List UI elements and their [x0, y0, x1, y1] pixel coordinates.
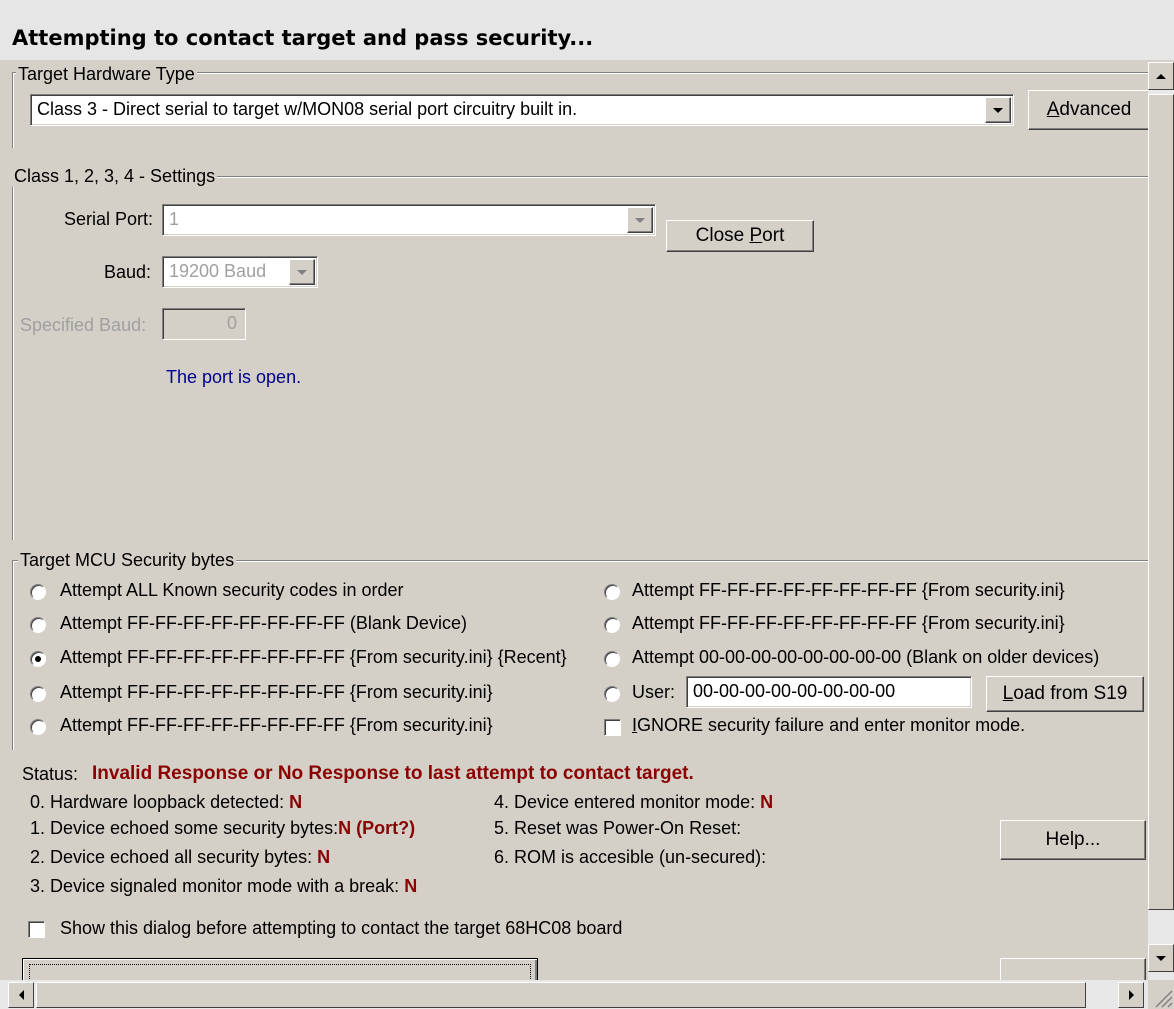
- status-item-value: N: [289, 792, 303, 812]
- ignore-label-text: GNORE security failure and enter monitor…: [637, 715, 1026, 735]
- chevron-down-icon[interactable]: [985, 97, 1011, 123]
- option-label: Attempt FF-FF-FF-FF-FF-FF-FF-FF {From se…: [632, 580, 1065, 600]
- status-item-label: 4. Device entered monitor mode:: [494, 792, 756, 812]
- user-security-value: 00-00-00-00-00-00-00-00: [693, 681, 896, 701]
- arrow-down-icon: [1156, 955, 1166, 961]
- close-port-label-pre: Close: [695, 225, 750, 246]
- port-status-text: The port is open.: [166, 367, 302, 387]
- option-label: Attempt FF-FF-FF-FF-FF-FF-FF-FF {From se…: [60, 647, 567, 667]
- status-item-label: 5. Reset was Power-On Reset:: [494, 818, 742, 838]
- option-label: Attempt FF-FF-FF-FF-FF-FF-FF-FF {From se…: [632, 613, 1065, 633]
- status-item-label: 1. Device echoed some security bytes:: [30, 818, 339, 838]
- horizontal-scroll-thumb[interactable]: [36, 982, 1086, 1008]
- status-item-value: N (Port?): [338, 818, 416, 838]
- serial-port-label: Serial Port:: [64, 209, 154, 229]
- radio-all-known[interactable]: [30, 584, 46, 600]
- hardware-type-legend: Target Hardware Type: [16, 64, 197, 85]
- specified-baud-value: 0: [226, 313, 237, 333]
- scroll-down-button[interactable]: [1148, 944, 1174, 972]
- status-item-2: 2. Device echoed all security bytes: N: [30, 847, 330, 868]
- ignore-security-checkbox[interactable]: [604, 719, 621, 736]
- title-bar: Attempting to contact target and pass se…: [0, 0, 1174, 60]
- serial-port-select[interactable]: 1: [162, 204, 656, 236]
- specified-baud-label: Specified Baud:: [20, 315, 147, 335]
- status-item-label: 0. Hardware loopback detected:: [30, 792, 285, 812]
- close-port-label-post: ort: [762, 225, 785, 246]
- status-message: Invalid Response or No Response to last …: [92, 763, 694, 784]
- arrow-left-icon: [18, 990, 24, 1000]
- baud-select[interactable]: 19200 Baud: [162, 256, 318, 288]
- show-dialog-checkbox[interactable]: [28, 921, 45, 938]
- user-label: User:: [632, 682, 676, 702]
- help-label: Help...: [1045, 829, 1101, 850]
- load-s19-label: oad from S19: [1013, 683, 1128, 704]
- status-item-1: 1. Device echoed some security bytes:N (…: [30, 818, 415, 839]
- status-item-value: N: [404, 876, 418, 896]
- load-s19-hotkey: L: [1002, 683, 1014, 704]
- ignore-security-label: IGNORE security failure and enter monito…: [632, 715, 1025, 736]
- option-label: Attempt ALL Known security codes in orde…: [60, 580, 404, 600]
- connection-dialog: Attempting to contact target and pass se…: [0, 0, 1174, 1009]
- settings-legend: Class 1, 2, 3, 4 - Settings: [12, 166, 218, 187]
- status-item-5: 5. Reset was Power-On Reset:: [494, 818, 741, 839]
- advanced-label: dvanced: [1059, 99, 1132, 120]
- serial-port-value: 1: [169, 209, 180, 229]
- advanced-button[interactable]: Advanced: [1028, 90, 1150, 130]
- radio-ini-1[interactable]: [30, 686, 46, 702]
- close-port-hotkey: P: [749, 225, 763, 246]
- status-label: Status:: [22, 764, 79, 784]
- size-grip-icon[interactable]: [1148, 980, 1174, 1009]
- option-label: Attempt FF-FF-FF-FF-FF-FF-FF-FF (Blank D…: [60, 613, 467, 633]
- status-item-value: N: [317, 847, 331, 867]
- option-label: Attempt FF-FF-FF-FF-FF-FF-FF-FF {From se…: [60, 715, 493, 735]
- help-button[interactable]: Help...: [1000, 820, 1146, 860]
- baud-label: Baud:: [104, 262, 152, 282]
- show-dialog-label: Show this dialog before attempting to co…: [60, 918, 623, 938]
- option-label: Attempt 00-00-00-00-00-00-00-00 (Blank o…: [632, 647, 1100, 667]
- vertical-scroll-thumb[interactable]: [1148, 94, 1174, 910]
- status-item-0: 0. Hardware loopback detected: N: [30, 792, 302, 813]
- baud-value: 19200 Baud: [169, 261, 267, 281]
- scroll-up-button[interactable]: [1148, 62, 1174, 90]
- scroll-right-button[interactable]: [1118, 982, 1144, 1008]
- option-label: Attempt FF-FF-FF-FF-FF-FF-FF-FF {From se…: [60, 682, 493, 702]
- scroll-left-button[interactable]: [8, 982, 34, 1008]
- advanced-hotkey: A: [1046, 99, 1060, 120]
- status-item-label: 6. ROM is accesible (un-secured):: [494, 847, 767, 867]
- status-item-4: 4. Device entered monitor mode: N: [494, 792, 773, 813]
- chevron-down-icon[interactable]: [289, 259, 315, 285]
- radio-user[interactable]: [604, 686, 620, 702]
- radio-blank-older[interactable]: [604, 651, 620, 667]
- load-s19-button[interactable]: Load from S19: [986, 676, 1144, 712]
- chevron-down-icon[interactable]: [627, 207, 653, 233]
- status-item-label: 3. Device signaled monitor mode with a b…: [30, 876, 400, 896]
- status-item-6: 6. ROM is accesible (un-secured):: [494, 847, 766, 868]
- radio-ini-2[interactable]: [30, 719, 46, 735]
- status-item-label: 2. Device echoed all security bytes:: [30, 847, 313, 867]
- radio-ini-3[interactable]: [604, 584, 620, 600]
- size-grip-glyph: [1155, 990, 1173, 1008]
- status-item-3: 3. Device signaled monitor mode with a b…: [30, 876, 417, 897]
- user-security-input[interactable]: 00-00-00-00-00-00-00-00: [686, 676, 972, 708]
- specified-baud-input[interactable]: 0: [162, 308, 246, 340]
- hardware-type-value: Class 3 - Direct serial to target w/MON0…: [37, 99, 578, 119]
- window-title: Attempting to contact target and pass se…: [12, 26, 594, 50]
- hardware-type-select[interactable]: Class 3 - Direct serial to target w/MON0…: [30, 94, 1014, 126]
- status-item-value: N: [760, 792, 774, 812]
- arrow-up-icon: [1156, 73, 1166, 79]
- security-legend: Target MCU Security bytes: [18, 550, 237, 571]
- arrow-right-icon: [1128, 990, 1134, 1000]
- radio-recent[interactable]: [30, 651, 46, 667]
- close-port-button[interactable]: Close Port: [666, 220, 814, 252]
- radio-ini-4[interactable]: [604, 617, 620, 633]
- radio-blank-device[interactable]: [30, 617, 46, 633]
